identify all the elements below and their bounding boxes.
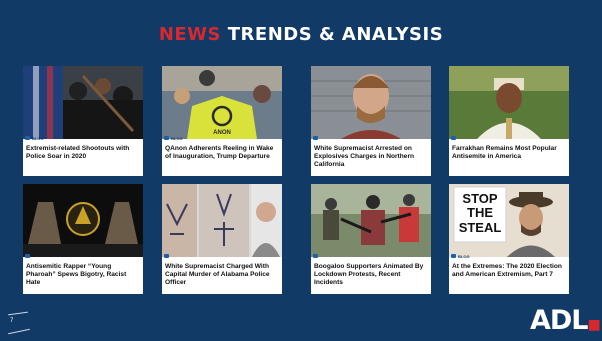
blog-icon (313, 136, 318, 140)
article-card[interactable]: White Supremacist Charged With Capital M… (162, 184, 282, 294)
blog-tag (25, 253, 32, 259)
article-title[interactable]: Extremist-related Shootouts with Police … (26, 145, 142, 161)
article-thumbnail[interactable] (23, 66, 143, 139)
blog-icon (25, 136, 30, 140)
article-card[interactable]: White Supremacist Arrested on Explosives… (311, 66, 431, 176)
blog-icon (451, 136, 456, 140)
article-thumbnail[interactable]: STOP THE STEAL (449, 184, 569, 257)
decorative-line (8, 311, 28, 316)
blog-icon (164, 136, 169, 140)
article-card[interactable]: Boogaloo Supporters Animated By Lockdown… (311, 184, 431, 294)
article-card[interactable]: BLOG Extremist-related Shootouts with Po… (23, 66, 143, 176)
article-card[interactable]: Antisemitic Rapper “Young Pharoah” Spews… (23, 184, 143, 294)
logo-text: ADL (530, 305, 589, 336)
blog-icon (164, 254, 169, 258)
article-thumbnail[interactable]: ANON (162, 66, 282, 139)
blog-tag: BLOG (451, 253, 470, 259)
adl-logo: ADL■ (530, 305, 601, 336)
sign-text-3: STEAL (459, 220, 502, 235)
article-thumbnail[interactable] (23, 184, 143, 257)
article-card[interactable]: ANON BLOG QAnon Adherents Reeling in Wak… (162, 66, 282, 176)
logo-dot: ■ (587, 317, 601, 333)
sign-text-2: THE (467, 205, 493, 220)
blog-label: BLOG (458, 253, 470, 259)
blog-icon (25, 254, 30, 258)
page-number: 7 (10, 318, 14, 324)
blog-icon (451, 254, 456, 258)
vest-text: ANON (213, 130, 231, 136)
article-title[interactable]: At the Extremes: The 2020 Election and A… (452, 263, 568, 279)
blog-tag (313, 135, 320, 141)
article-title[interactable]: Farrakhan Remains Most Popular Antisemit… (452, 145, 568, 161)
article-title[interactable]: Boogaloo Supporters Animated By Lockdown… (314, 263, 430, 287)
slide: NEWS TRENDS & ANALYSIS BLOG Extremist-re… (0, 0, 602, 341)
article-title[interactable]: Antisemitic Rapper “Young Pharoah” Spews… (26, 263, 142, 287)
page-title: NEWS TRENDS & ANALYSIS (0, 24, 602, 45)
blog-tag: BLOG (25, 135, 44, 141)
blog-tag (313, 253, 320, 259)
article-title[interactable]: QAnon Adherents Reeling in Wake of Inaug… (165, 145, 281, 161)
article-thumbnail[interactable] (311, 66, 431, 139)
article-thumbnail[interactable] (311, 184, 431, 257)
blog-tag (451, 135, 458, 141)
article-thumbnail[interactable] (449, 66, 569, 139)
blog-icon (313, 254, 318, 258)
article-title[interactable]: White Supremacist Charged With Capital M… (165, 263, 281, 287)
sign-text-1: STOP (462, 191, 497, 206)
title-text: TRENDS & ANALYSIS (227, 24, 444, 45)
blog-tag (164, 253, 171, 259)
article-title[interactable]: White Supremacist Arrested on Explosives… (314, 145, 430, 169)
blog-tag: BLOG (164, 135, 183, 141)
title-accent: NEWS (158, 24, 221, 45)
article-card[interactable]: Farrakhan Remains Most Popular Antisemit… (449, 66, 569, 176)
blog-label: BLOG (171, 135, 183, 141)
blog-label: BLOG (32, 135, 44, 141)
article-thumbnail[interactable] (162, 184, 282, 257)
article-card[interactable]: STOP THE STEAL BLOG At the Extremes: The… (449, 184, 569, 294)
decorative-line (8, 328, 30, 335)
